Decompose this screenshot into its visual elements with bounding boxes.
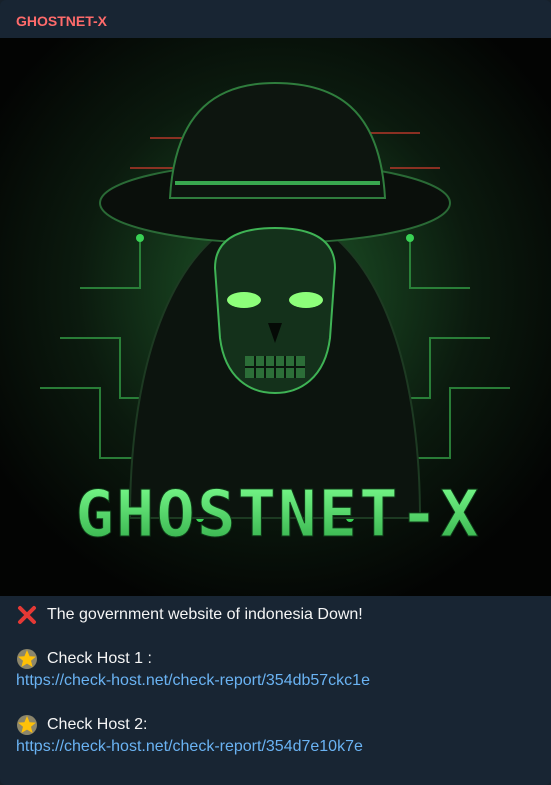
logo-text: GHOSTNET-X xyxy=(75,478,480,552)
check-host-2-link-line: https://check-host.net/check-report/354d… xyxy=(16,736,541,758)
check-host-2-label: Check Host 2: xyxy=(47,716,148,733)
check-host-1-link[interactable]: https://check-host.net/check-report/354d… xyxy=(16,670,370,692)
cross-mark-icon xyxy=(18,606,36,624)
glowing-star-icon xyxy=(17,649,37,669)
check-host-2-line: Check Host 2: xyxy=(16,714,541,736)
message-bubble: GHOSTNET-X GHOSTNET-X The government web… xyxy=(0,0,551,785)
check-host-1-label: Check Host 1 : xyxy=(47,650,152,667)
check-host-2-link[interactable]: https://check-host.net/check-report/354d… xyxy=(16,736,363,758)
message-image[interactable]: GHOSTNET-X xyxy=(0,38,551,596)
glowing-star-icon xyxy=(17,715,37,735)
check-host-1-link-line: https://check-host.net/check-report/354d… xyxy=(16,670,541,692)
sender-name[interactable]: GHOSTNET-X xyxy=(16,13,107,29)
message-text: The government website of indonesia Down… xyxy=(16,604,541,758)
status-text: The government website of indonesia Down… xyxy=(47,606,363,623)
hacker-skull-illustration: GHOSTNET-X xyxy=(0,38,551,596)
check-host-1-line: Check Host 1 : xyxy=(16,648,541,670)
status-line: The government website of indonesia Down… xyxy=(16,604,541,626)
